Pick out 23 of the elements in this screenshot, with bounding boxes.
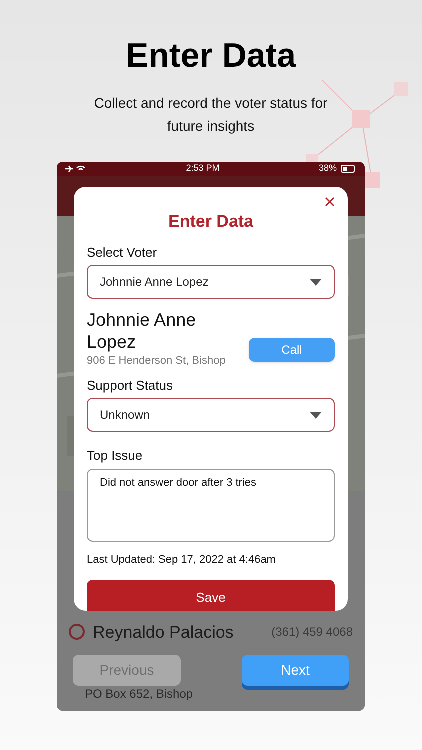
support-status-label: Support Status: [87, 376, 174, 395]
battery-icon: [340, 165, 357, 173]
battery-percent: 38%: [318, 162, 337, 176]
close-icon[interactable]: [325, 197, 335, 207]
page-subtitle: Collect and record the voter status for future insights: [93, 94, 329, 136]
support-status-select[interactable]: Unknown: [87, 398, 335, 432]
airplane-wifi-icon: [65, 165, 87, 173]
save-button[interactable]: Save: [87, 580, 335, 611]
voter-name: Johnnie Anne Lopez: [87, 309, 198, 353]
voter-name: Reynaldo Palacios: [93, 622, 234, 644]
top-issue-label: Top Issue: [87, 447, 144, 465]
voter-address: 906 E Henderson St, Bishop: [87, 354, 227, 369]
caret-icon: [310, 278, 322, 286]
last-updated-text: Last Updated: Sep 17, 2022 at 4:46am: [87, 552, 277, 568]
caret-icon: [310, 412, 322, 418]
voter-select[interactable]: Johnnie Anne Lopez: [87, 265, 335, 299]
dialog-title: Enter Data: [167, 211, 255, 233]
status-time: 2:53 PM: [186, 162, 220, 176]
top-issue-field[interactable]: Did not answer door after 3 tries: [87, 468, 335, 542]
page-title: Enter Data: [126, 36, 296, 76]
voter-phone: (361) 459 4068: [272, 624, 353, 642]
voter-address: PO Box 652, Bishop: [85, 686, 194, 703]
select-voter-label: Select Voter: [87, 244, 158, 262]
